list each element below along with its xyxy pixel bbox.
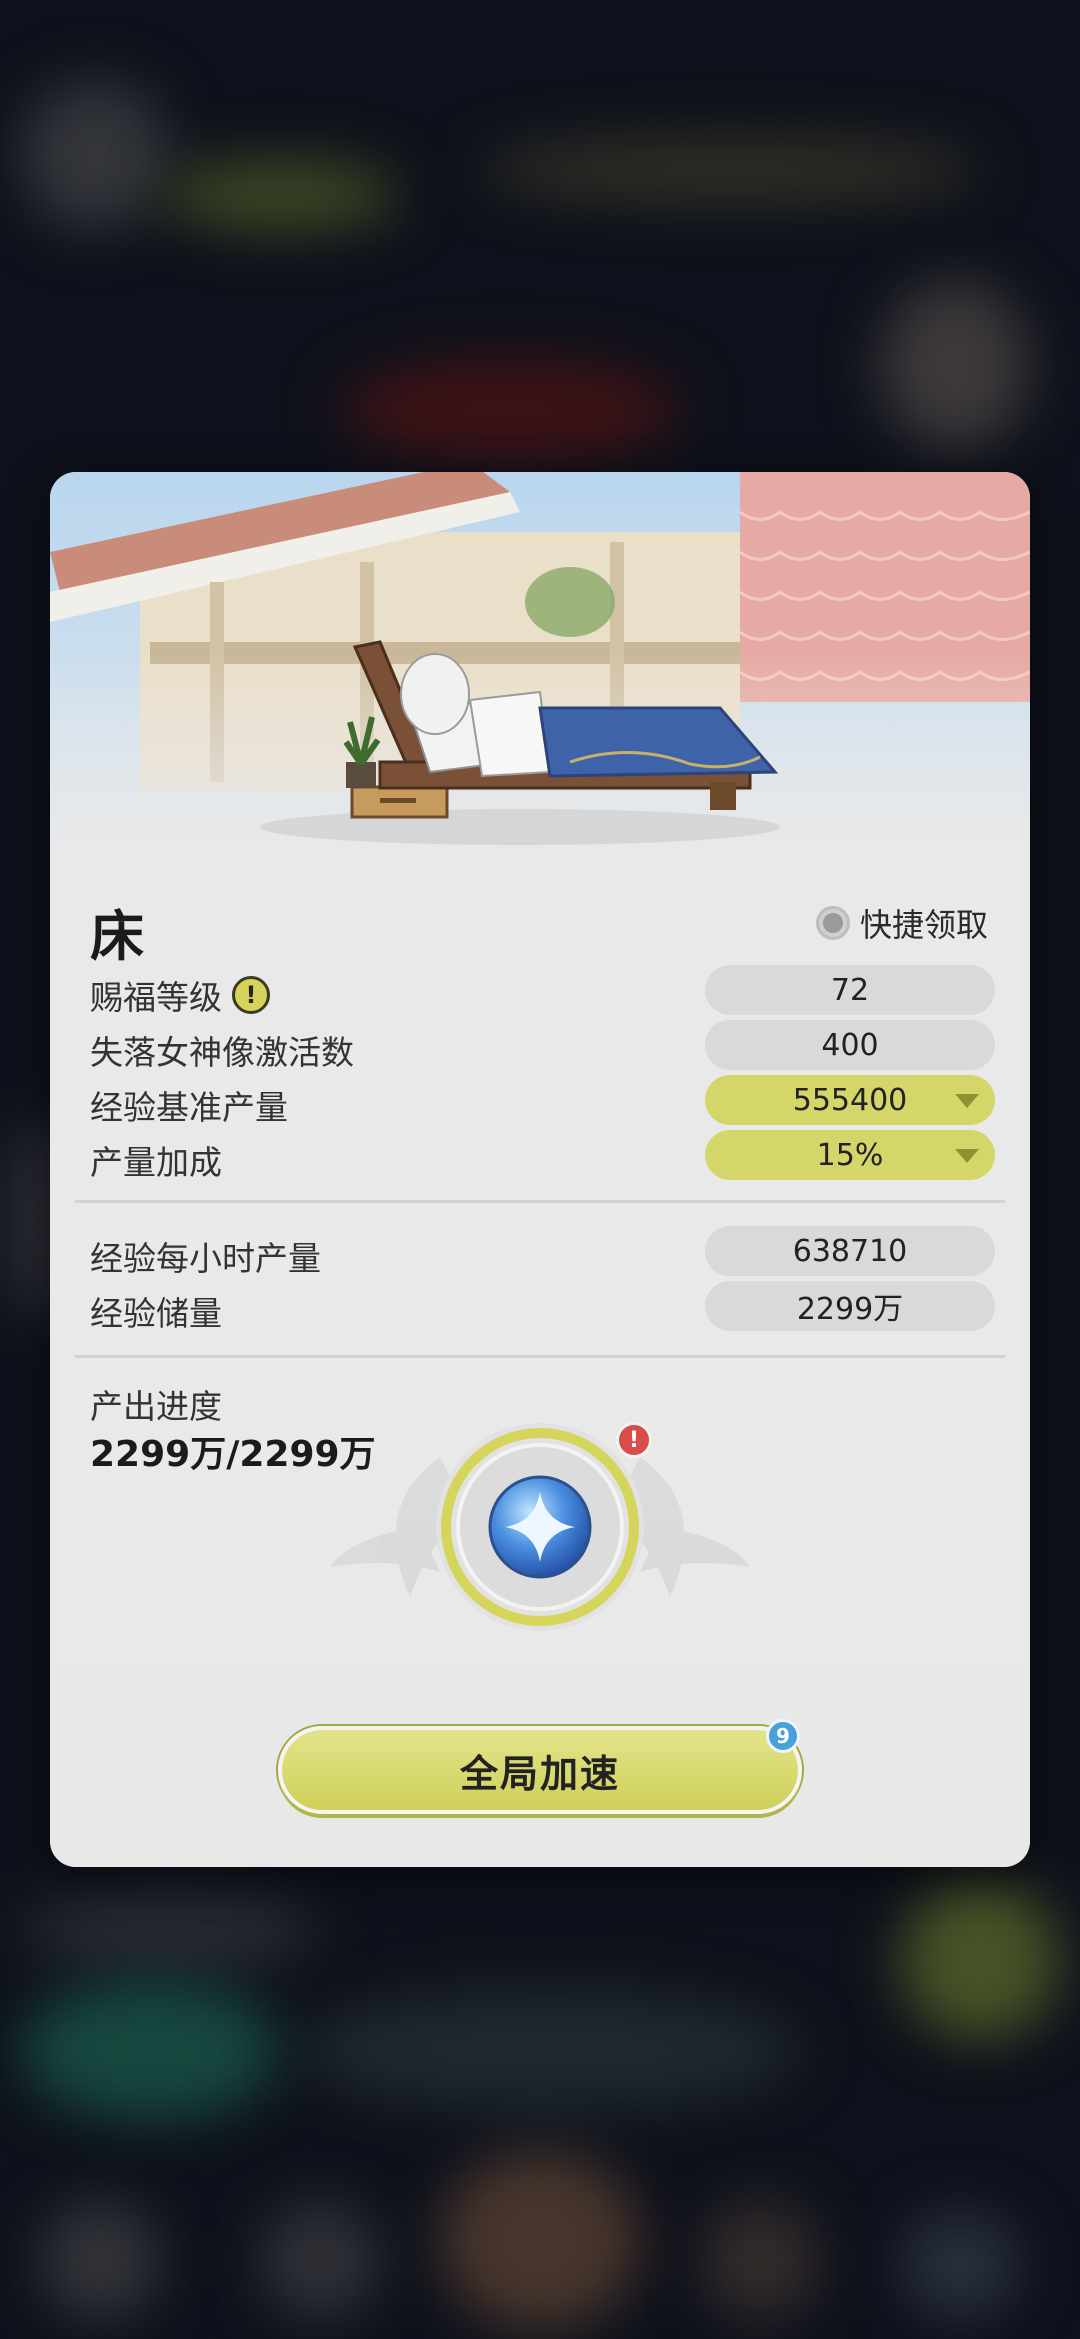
stat-row-storage: 经验储量 2299万 (90, 1281, 995, 1333)
stat-value: 555400 (792, 1082, 908, 1118)
stat-row-statue-count: 失落女神像激活数 400 (90, 1020, 995, 1072)
building-detail-dialog: 床 快捷领取 赐福等级 ! 72 失落女神像激活数 400 经验基准产量 555… (50, 472, 1030, 1867)
stat-row-output-bonus: 产量加成 15% (90, 1130, 995, 1182)
stat-label: 经验储量 (90, 1294, 222, 1333)
building-banner (50, 472, 1030, 872)
stat-label: 经验基准产量 (90, 1088, 288, 1127)
stat-value: 72 (705, 965, 995, 1015)
info-icon[interactable]: ! (232, 976, 270, 1014)
bed-illustration (50, 472, 1030, 872)
quick-collect-label: 快捷领取 (859, 906, 988, 944)
progress-label: 产出进度 (90, 1387, 222, 1426)
divider (75, 1355, 1005, 1358)
dropdown-arrow-icon (955, 1149, 979, 1163)
stat-label: 失落女神像激活数 (90, 1033, 354, 1072)
base-output-dropdown[interactable]: 555400 (705, 1075, 995, 1125)
output-bonus-dropdown[interactable]: 15% (705, 1130, 995, 1180)
stat-value: 400 (705, 1020, 995, 1070)
stat-label: 赐福等级 (90, 978, 222, 1017)
dropdown-arrow-icon (955, 1094, 979, 1108)
building-title: 床 (90, 905, 144, 968)
radio-icon[interactable] (815, 906, 850, 940)
speed-count-badge: 9 (766, 1719, 800, 1753)
divider (75, 1200, 1005, 1203)
stat-row-blessing-level: 赐福等级 ! 72 (90, 965, 995, 1017)
alert-icon: ! (616, 1422, 652, 1458)
exp-collect-orb[interactable] (330, 1397, 750, 1657)
stat-label: 产量加成 (90, 1143, 222, 1182)
stat-row-hourly-output: 经验每小时产量 638710 (90, 1226, 995, 1278)
quick-collect-toggle[interactable]: 快捷领取 (815, 900, 988, 946)
stat-value: 2299万 (705, 1281, 995, 1331)
stat-row-base-output: 经验基准产量 555400 (90, 1075, 995, 1127)
stat-value: 638710 (705, 1226, 995, 1276)
global-speed-button[interactable]: 全局加速 (278, 1726, 802, 1814)
stat-label: 经验每小时产量 (90, 1239, 321, 1278)
stat-value: 15% (816, 1137, 884, 1173)
